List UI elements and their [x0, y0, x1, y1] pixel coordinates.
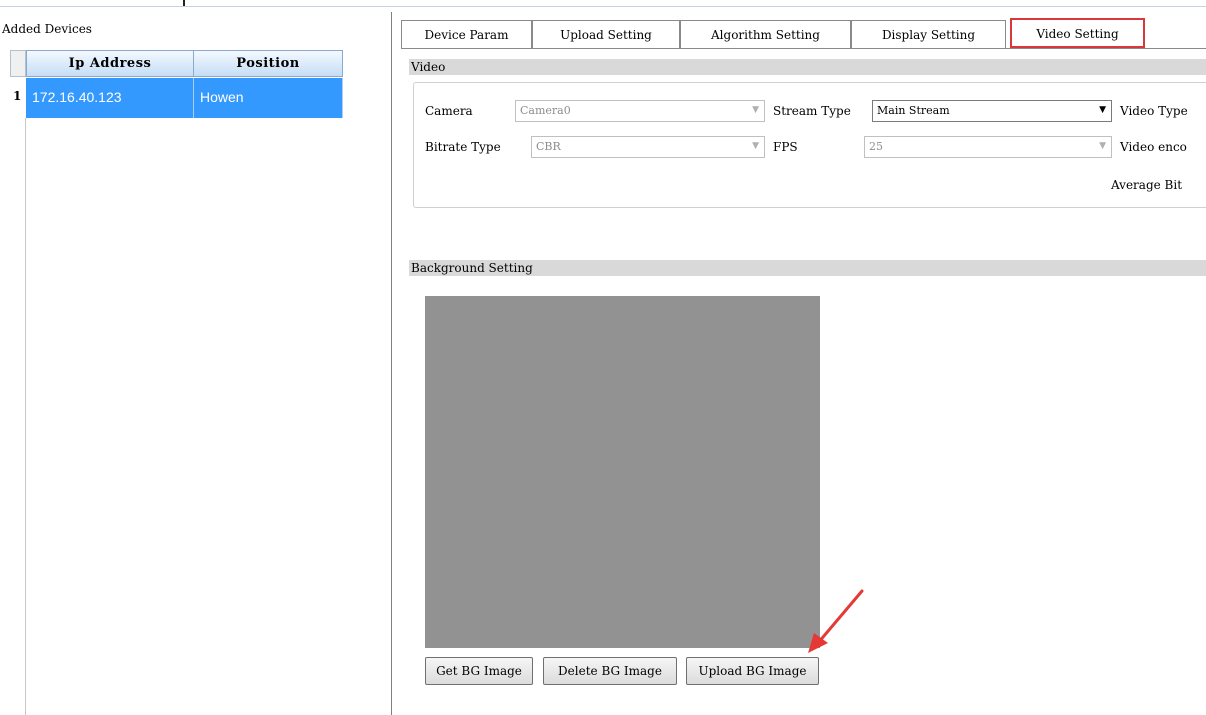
video-encoding-label: Video enco [1120, 140, 1187, 154]
chevron-down-icon: ▼ [752, 141, 759, 151]
stream-type-select[interactable]: Main Stream ▼ [872, 100, 1112, 122]
fps-label: FPS [773, 140, 798, 154]
chevron-down-icon: ▼ [752, 105, 759, 115]
chevron-down-icon: ▼ [1099, 141, 1106, 151]
tab-baseline [401, 48, 1206, 49]
grid-divider [25, 118, 26, 715]
camera-select[interactable]: Camera0 ▼ [515, 100, 765, 122]
tab-video-setting[interactable]: Video Setting [1010, 18, 1145, 48]
video-section-header: Video [409, 59, 1206, 75]
camera-value: Camera0 [520, 104, 571, 117]
upload-bg-image-button[interactable]: Upload BG Image [686, 657, 819, 685]
device-ip-cell[interactable]: 172.16.40.123 [26, 78, 194, 118]
column-header-ip-address[interactable]: Ip Address [26, 50, 194, 77]
stream-type-label: Stream Type [773, 104, 851, 118]
row-number: 1 [13, 89, 22, 103]
tab-display-setting[interactable]: Display Setting [851, 20, 1006, 48]
camera-label: Camera [425, 104, 473, 118]
stream-type-value: Main Stream [877, 104, 950, 117]
background-image-preview [425, 296, 820, 648]
top-border [0, 6, 1206, 7]
bitrate-type-value: CBR [536, 140, 561, 153]
video-type-label: Video Type [1120, 104, 1188, 118]
average-bitrate-label: Average Bit [1111, 178, 1183, 192]
get-bg-image-button[interactable]: Get BG Image [425, 657, 533, 685]
bitrate-type-select[interactable]: CBR ▼ [531, 136, 765, 158]
tab-algorithm-setting[interactable]: Algorithm Setting [680, 20, 851, 48]
app-window: Added Devices Ip Address Position 1 172.… [0, 0, 1206, 715]
bitrate-type-label: Bitrate Type [425, 140, 501, 154]
tab-device-param[interactable]: Device Param [401, 20, 532, 48]
fps-select[interactable]: 25 ▼ [864, 136, 1112, 158]
delete-bg-image-button[interactable]: Delete BG Image [543, 657, 677, 685]
grid-corner [10, 50, 26, 77]
chevron-down-icon: ▼ [1099, 105, 1106, 115]
top-marker [183, 0, 185, 6]
device-position-cell[interactable]: Howen [194, 78, 343, 118]
fps-value: 25 [869, 140, 883, 153]
tab-upload-setting[interactable]: Upload Setting [532, 20, 680, 48]
added-devices-title: Added Devices [2, 22, 92, 36]
background-section-header: Background Setting [409, 260, 1206, 276]
column-header-position[interactable]: Position [193, 50, 343, 77]
